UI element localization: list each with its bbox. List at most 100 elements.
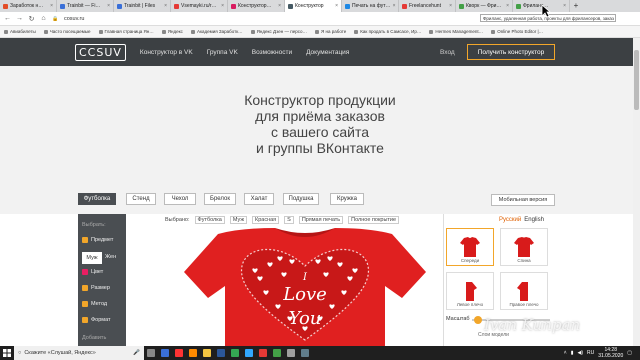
tray-chevron-icon[interactable]: ˄ bbox=[564, 350, 567, 356]
bookmark-item[interactable]: Hermes Management… bbox=[429, 29, 483, 34]
tshirt-preview[interactable]: I Love You bbox=[180, 228, 430, 346]
firefox-icon[interactable] bbox=[186, 346, 200, 360]
browser-tab[interactable]: Конструктор × bbox=[285, 0, 342, 12]
nav-vk-constructor[interactable]: Конструктор в VK bbox=[140, 49, 193, 56]
browser-tab[interactable]: Конструктор… × bbox=[228, 0, 285, 12]
bookmark-item[interactable]: Академия Заработк… bbox=[190, 29, 243, 34]
new-tab-button[interactable]: + bbox=[570, 0, 582, 12]
lang-en[interactable]: English bbox=[524, 217, 544, 223]
browser-tab[interactable]: Vsemayki.ru/r… × bbox=[171, 0, 228, 12]
keyboard-language[interactable]: RU bbox=[587, 350, 594, 356]
url-field[interactable]: cosuv.ru bbox=[64, 16, 84, 22]
view-left-shoulder[interactable]: Левое плечо bbox=[446, 272, 494, 310]
nav-features[interactable]: Возможности bbox=[252, 49, 292, 56]
browser-tab[interactable]: Trainbit | Files × bbox=[114, 0, 171, 12]
app-icon[interactable] bbox=[256, 346, 270, 360]
menu-item-size[interactable]: Размер bbox=[82, 285, 110, 291]
reload-icon[interactable]: ↻ bbox=[28, 15, 35, 23]
tab-tshirt[interactable]: Футболка bbox=[78, 193, 116, 205]
browser-tab[interactable]: Кворк — Фри… × bbox=[456, 0, 513, 12]
tab-keychain[interactable]: Брелок bbox=[204, 193, 236, 205]
filter-chip[interactable]: Полное покрытие bbox=[348, 216, 400, 224]
app2-icon[interactable] bbox=[284, 346, 298, 360]
menu-item-product[interactable]: Предмет bbox=[82, 237, 113, 243]
browser-tab[interactable]: Печать на фут… × bbox=[342, 0, 399, 12]
start-button[interactable] bbox=[0, 346, 14, 360]
forward-icon[interactable]: → bbox=[16, 15, 23, 22]
word-icon[interactable] bbox=[214, 346, 228, 360]
tab-case[interactable]: Чехол bbox=[164, 193, 196, 205]
photoshop-icon[interactable] bbox=[242, 346, 256, 360]
bookmark-item[interactable]: Я на работе bbox=[315, 29, 346, 34]
yandex-icon[interactable] bbox=[172, 346, 186, 360]
close-tab-icon[interactable]: × bbox=[221, 3, 224, 9]
volume-icon[interactable]: ◀) bbox=[577, 350, 583, 356]
close-tab-icon[interactable]: × bbox=[50, 3, 53, 9]
view-back[interactable]: Спина bbox=[500, 228, 548, 266]
tab-robe[interactable]: Халат bbox=[244, 193, 274, 205]
bookmark-item[interactable]: Online Photo Editor |… bbox=[491, 29, 543, 34]
bookmarks-bar: Авиабилеты Часто посещаемые Главная страни… bbox=[0, 26, 640, 38]
close-tab-icon[interactable]: × bbox=[506, 3, 509, 9]
bookmark-item[interactable]: Авиабилеты bbox=[4, 29, 36, 34]
filter-chip[interactable]: Футболка bbox=[194, 216, 225, 224]
close-tab-icon[interactable]: × bbox=[278, 3, 281, 9]
filter-chip[interactable]: Красная bbox=[252, 216, 280, 224]
app3-icon[interactable] bbox=[298, 346, 312, 360]
bookmark-icon bbox=[354, 29, 359, 34]
browser-tab[interactable]: Freelancehunt × bbox=[399, 0, 456, 12]
task-view-icon[interactable] bbox=[144, 346, 158, 360]
browser-tab[interactable]: Заработок н… × bbox=[0, 0, 57, 12]
site-logo[interactable]: CCSUV bbox=[75, 43, 126, 61]
close-tab-icon[interactable]: × bbox=[393, 3, 396, 9]
browser-tab[interactable]: Trainbit — Fi… × bbox=[57, 0, 114, 12]
bookmark-item[interactable]: Яндекс Дзен — персо… bbox=[250, 29, 307, 34]
menu-item-format[interactable]: Формат bbox=[82, 317, 111, 323]
home-icon[interactable]: ⌂ bbox=[40, 15, 47, 22]
bookmark-item[interactable]: Как продать в Самсасе, Ир… bbox=[354, 29, 421, 34]
bookmark-icon bbox=[4, 29, 8, 34]
close-tab-icon[interactable]: × bbox=[563, 3, 566, 9]
tab-mug[interactable]: Кружка bbox=[330, 193, 364, 205]
taskbar-search[interactable]: ○ Скажите «Слушай, Яндекс» 🎤 bbox=[14, 346, 144, 360]
view-right-shoulder[interactable]: Правое плечо bbox=[500, 272, 548, 310]
lang-ru[interactable]: Русский bbox=[499, 217, 521, 223]
hero-title: Конструктор продукции для приёма заказов… bbox=[180, 92, 460, 156]
close-tab-icon[interactable]: × bbox=[335, 3, 338, 9]
back-icon[interactable]: ← bbox=[4, 15, 11, 22]
bookmark-item[interactable]: Часто посещаемые bbox=[43, 29, 91, 34]
mobile-version-button[interactable]: Мобильная версия bbox=[491, 194, 555, 206]
menu-item-color[interactable]: Цвет bbox=[82, 269, 103, 275]
filter-chip[interactable]: S bbox=[284, 216, 294, 224]
edge-icon[interactable] bbox=[158, 346, 172, 360]
chrome-icon[interactable] bbox=[228, 346, 242, 360]
microphone-icon[interactable]: 🎤 bbox=[133, 350, 140, 356]
hero-line: Конструктор продукции bbox=[244, 92, 396, 108]
view-front[interactable]: Спереди bbox=[446, 228, 494, 266]
gender-female-button[interactable]: Жен bbox=[105, 254, 116, 260]
bookmark-item[interactable]: Главная страница Ян… bbox=[98, 29, 154, 34]
menu-item-method[interactable]: Метод bbox=[82, 301, 107, 307]
nav-docs[interactable]: Документация bbox=[306, 49, 349, 56]
filter-chip[interactable]: Прямая печать bbox=[298, 216, 344, 224]
tab-stand[interactable]: Стенд bbox=[126, 193, 156, 205]
tab-pillow[interactable]: Подушка bbox=[283, 193, 319, 205]
close-tab-icon[interactable]: × bbox=[107, 3, 110, 9]
login-link[interactable]: Вход bbox=[440, 49, 455, 56]
scrollbar-thumb[interactable] bbox=[634, 50, 639, 110]
app-glyph bbox=[161, 349, 169, 357]
close-tab-icon[interactable]: × bbox=[449, 3, 452, 9]
clock[interactable]: 14:28 31.05.2020 bbox=[598, 347, 623, 359]
explorer-icon[interactable] bbox=[200, 346, 214, 360]
notifications-icon[interactable]: ▢ bbox=[627, 350, 632, 356]
camtasia-icon[interactable] bbox=[270, 346, 284, 360]
close-tab-icon[interactable]: × bbox=[164, 3, 167, 9]
nav-vk-group[interactable]: Группа VK bbox=[207, 49, 238, 56]
get-constructor-button[interactable]: Получить конструктор bbox=[467, 44, 555, 60]
filter-chip[interactable]: Муж bbox=[229, 216, 247, 224]
windows-logo-icon bbox=[3, 349, 11, 357]
network-icon[interactable]: ▮ bbox=[571, 350, 574, 356]
bookmark-item[interactable]: Яндекс bbox=[161, 29, 183, 34]
gender-male-button[interactable]: Муж bbox=[82, 252, 102, 264]
scale-slider-handle[interactable] bbox=[474, 316, 482, 324]
